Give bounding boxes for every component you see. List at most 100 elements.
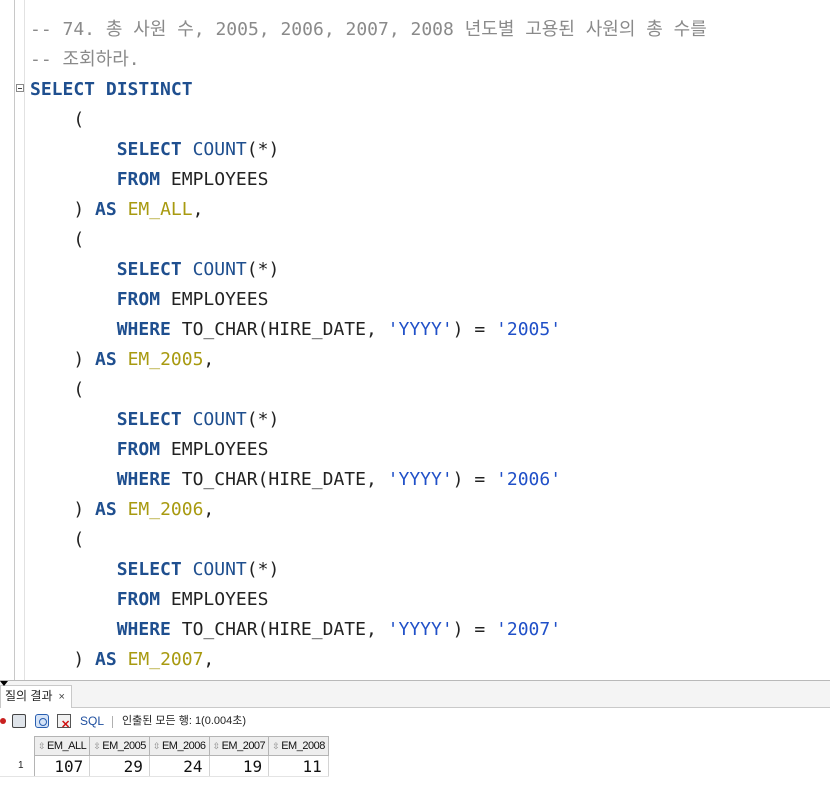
column-header-em-2006[interactable]: ⇳ EM_2006 [148,736,210,756]
code-line[interactable]: SELECT COUNT(*) [30,555,707,585]
refresh-icon[interactable] [35,714,49,728]
print-icon[interactable] [12,714,26,728]
sort-icon[interactable]: ⇳ [272,741,280,751]
tab-close-icon[interactable]: × [59,691,65,703]
code-token-kw: AS [95,649,117,670]
sort-icon[interactable]: ⇳ [153,741,161,751]
code-token-alias: EM_2005 [127,349,204,370]
result-tab-bar: 질의 결과 × [0,681,830,708]
code-token-plain: ) [30,199,96,220]
code-line[interactable]: ( [30,225,707,255]
code-token-plain: ) [30,649,96,670]
grid-cell[interactable]: 11 [268,755,329,777]
code-token-kw: FROM [116,439,161,460]
code-token-plain: TO_CHAR(HIRE_DATE, [170,319,388,340]
code-token-alias: EM_ALL [127,199,193,220]
code-token-str: 'YYYY' [387,319,453,340]
result-toolbar: SQL 인출된 모든 행: 1(0.004초) [0,708,830,738]
row-number: 1 [0,755,35,777]
pin-icon[interactable] [0,718,6,724]
code-token-kw: FROM [116,169,161,190]
sort-icon[interactable]: ⇳ [38,741,46,751]
code-token-plain: ( [30,229,85,250]
code-line[interactable]: WHERE TO_CHAR(HIRE_DATE, 'YYYY') = '2006… [30,465,707,495]
code-line[interactable]: ( [30,375,707,405]
code-token-kw: AS [95,499,117,520]
sql-button[interactable]: SQL [80,708,104,734]
code-line[interactable]: SELECT COUNT(*) [30,255,707,285]
code-line[interactable]: ( [30,105,707,135]
tab-query-result[interactable]: 질의 결과 × [0,685,72,708]
fetch-status: 인출된 모든 행: 1(0.004초) [122,715,247,727]
sort-icon[interactable]: ⇳ [93,741,101,751]
toolbar-separator [112,716,113,728]
code-line[interactable]: SELECT DISTINCT [30,75,707,105]
code-line[interactable]: WHERE TO_CHAR(HIRE_DATE, 'YYYY') = '2005… [30,315,707,345]
code-token-str: 'YYYY' [387,619,453,640]
code-token-kw: FROM [116,589,161,610]
code-token-fn: COUNT [192,259,247,280]
code-token-kw: SELECT DISTINCT [30,79,193,100]
code-line[interactable]: ) AS EM_2005, [30,345,707,375]
column-header-em-2007[interactable]: ⇳ EM_2007 [208,736,270,756]
code-token-kw: WHERE [116,619,171,640]
panel-collapse-icon[interactable] [0,681,8,686]
cancel-query-icon[interactable] [57,712,71,738]
code-token-str: '2007' [496,619,562,640]
result-grid[interactable]: ⇳ EM_ALL ⇳ EM_2005 ⇳ EM_2006 ⇳ EM_2007 ⇳ EM_2008 … [0,736,329,777]
code-line[interactable]: WHERE TO_CHAR(HIRE_DATE, 'YYYY') = '2007… [30,615,707,645]
code-line[interactable]: ) AS EM_2006, [30,495,707,525]
code-token-plain: ) [30,499,96,520]
code-token-plain: EMPLOYEES [160,289,269,310]
code-line[interactable]: FROM EMPLOYEES [30,435,707,465]
sort-icon[interactable]: ⇳ [213,741,221,751]
code-token-plain: (*) [246,139,280,160]
row-number-header [0,736,35,756]
code-line[interactable]: -- 조회하라. [30,45,707,75]
table-row[interactable]: 1 107 29 24 19 11 [0,755,329,777]
sql-editor[interactable]: -- 74. 총 사원 수, 2005, 2006, 2007, 2008 년도… [0,0,830,680]
column-header-label: EM_ALL [47,740,87,752]
code-line[interactable]: -- 74. 총 사원 수, 2005, 2006, 2007, 2008 년도… [30,15,707,45]
code-token-kw: SELECT [116,409,182,430]
code-token-plain: TO_CHAR(HIRE_DATE, [170,619,388,640]
margin-line [24,0,25,680]
code-token-plain: ( [30,529,85,550]
code-line[interactable]: FROM EMPLOYEES [30,285,707,315]
code-token-kw: SELECT [116,559,182,580]
code-line[interactable]: ( [30,525,707,555]
code-line[interactable]: FROM EMPLOYEES [30,165,707,195]
code-fold-collapse-icon[interactable] [16,84,24,92]
grid-cell[interactable]: 29 [89,755,150,777]
code-token-plain: ) = [452,469,497,490]
grid-cell[interactable]: 107 [34,755,91,777]
code-token-comment: -- 74. 총 사원 수, 2005, 2006, 2007, 2008 년도… [30,19,707,40]
query-result-panel: 질의 결과× SQL 인출된 모든 행: 1(0.004초) ⇳EM_ALL⇳E… [0,680,830,785]
code-line[interactable]: SELECT COUNT(*) [30,135,707,165]
column-header-em-2008[interactable]: ⇳ EM_2008 [268,736,329,756]
editor-gutter [0,0,14,680]
code-area[interactable]: -- 74. 총 사원 수, 2005, 2006, 2007, 2008 년도… [30,15,707,675]
grid-cell[interactable]: 19 [209,755,270,777]
code-line[interactable]: FROM EMPLOYEES [30,585,707,615]
code-token-plain: , [203,499,215,520]
code-line[interactable]: ) AS EM_ALL, [30,195,707,225]
code-token-plain: EMPLOYEES [160,439,269,460]
code-line[interactable]: SELECT COUNT(*) [30,405,707,435]
column-header-em-all[interactable]: ⇳ EM_ALL [33,736,91,756]
code-token-plain: EMPLOYEES [160,589,269,610]
code-line[interactable]: ) AS EM_2007, [30,645,707,675]
grid-cell[interactable]: 24 [149,755,210,777]
code-token-str: '2006' [496,469,562,490]
column-header-label: EM_2008 [281,740,325,752]
code-token-fn: COUNT [192,139,247,160]
column-header-em-2005[interactable]: ⇳ EM_2005 [89,736,150,756]
